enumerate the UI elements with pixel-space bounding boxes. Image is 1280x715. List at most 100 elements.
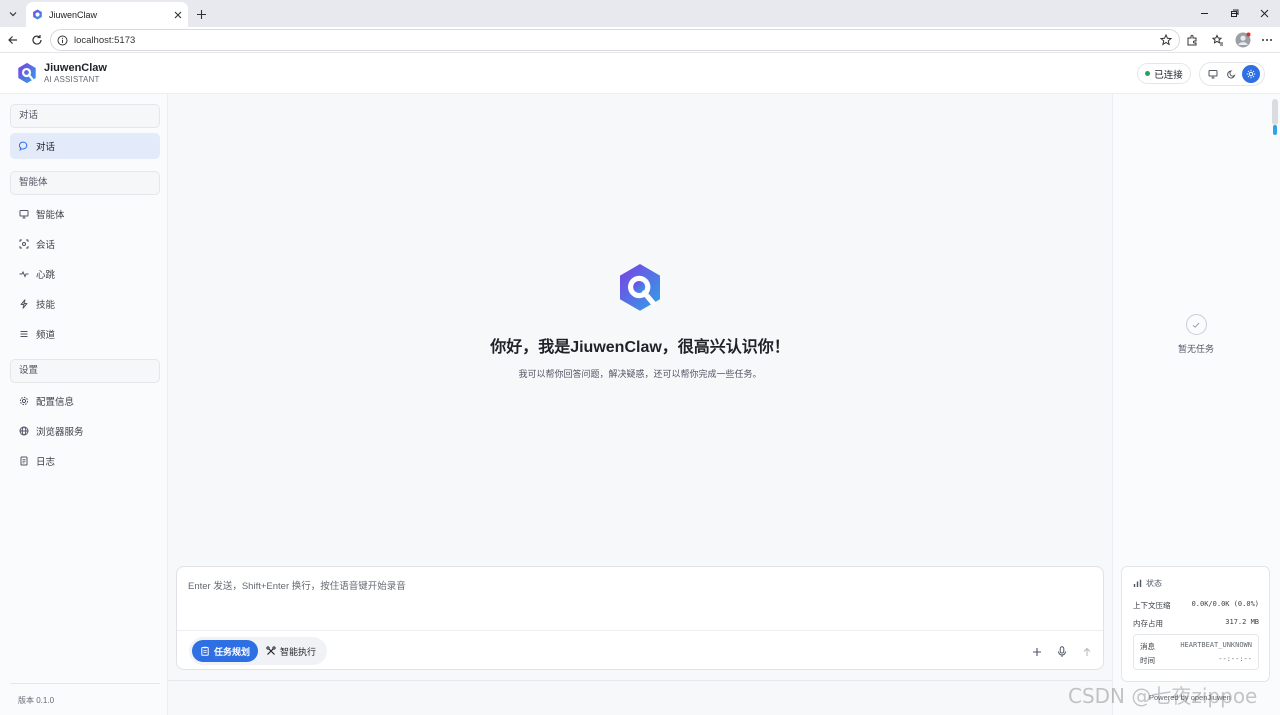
app-logo-icon bbox=[16, 62, 38, 84]
sidebar-item-chat[interactable]: 对话 bbox=[10, 133, 160, 159]
scrollbar-thumb[interactable] bbox=[1273, 125, 1277, 135]
message-box: 消息 HEARTBEAT_UNKNOWN 时间 --:--:-- bbox=[1133, 634, 1259, 670]
sidebar-item-heartbeat[interactable]: 心跳 bbox=[10, 261, 160, 287]
app-header: JiuwenClaw AI ASSISTANT 已连接 bbox=[0, 53, 1280, 94]
reload-icon[interactable] bbox=[28, 31, 46, 49]
attach-plus-icon[interactable] bbox=[1030, 645, 1044, 659]
clipboard-icon bbox=[200, 646, 210, 656]
smart-execute-mode-button[interactable]: 智能执行 bbox=[258, 640, 324, 662]
brand-name: JiuwenClaw bbox=[44, 62, 107, 74]
memory-label: 内存占用 bbox=[1133, 619, 1163, 628]
welcome-subtitle: 我可以帮你回答问题，解决疑惑，还可以帮你完成一些任务。 bbox=[518, 369, 762, 379]
globe-icon bbox=[18, 425, 30, 437]
time-value: --:--:-- bbox=[1218, 655, 1252, 663]
welcome-title: 你好，我是JiuwenClaw，很高兴认识你！ bbox=[490, 339, 790, 356]
status-card: 状态 上下文压缩 0.0K/0.0K (0.0%) 内存占用 317.2 MB … bbox=[1121, 566, 1270, 682]
lightning-icon bbox=[18, 298, 30, 310]
sidebar-item-sessions[interactable]: 会话 bbox=[10, 231, 160, 257]
back-arrow-icon[interactable] bbox=[4, 31, 22, 49]
document-icon bbox=[18, 455, 30, 467]
connection-status-badge: 已连接 bbox=[1137, 63, 1191, 84]
sidebar-item-label: 智能体 bbox=[36, 210, 65, 221]
extensions-icon[interactable] bbox=[1183, 31, 1201, 49]
connection-status-text: 已连接 bbox=[1154, 69, 1183, 81]
sidebar-item-config[interactable]: 配置信息 bbox=[10, 388, 160, 414]
microphone-icon[interactable] bbox=[1055, 645, 1069, 659]
system-theme-monitor-icon[interactable] bbox=[1204, 65, 1222, 83]
dark-theme-moon-icon[interactable] bbox=[1223, 65, 1241, 83]
scrollbar-track[interactable] bbox=[1272, 99, 1278, 125]
chat-bubble-icon bbox=[18, 140, 30, 152]
profile-avatar-icon[interactable] bbox=[1234, 31, 1252, 49]
tab-list-dropdown-icon[interactable] bbox=[4, 5, 22, 23]
sidebar-item-logs[interactable]: 日志 bbox=[10, 448, 160, 474]
tab-favicon-icon bbox=[32, 9, 43, 20]
sidebar-item-label: 对话 bbox=[36, 142, 56, 153]
task-panel: 暂无任务 状态 上下文压缩 0.0K/0.0K (0.0%) 内存占用 317.… bbox=[1112, 94, 1280, 715]
section-header-agent[interactable]: 智能体 bbox=[10, 171, 160, 195]
new-tab-button[interactable] bbox=[192, 5, 210, 23]
minimize-button[interactable] bbox=[1189, 0, 1219, 27]
bookmark-star-icon[interactable] bbox=[1160, 34, 1172, 46]
sidebar-item-skills[interactable]: 技能 bbox=[10, 291, 160, 317]
brand-subtitle: AI ASSISTANT bbox=[44, 75, 100, 84]
heartbeat-pulse-icon bbox=[18, 268, 30, 280]
browser-tab[interactable]: JiuwenClaw bbox=[26, 2, 188, 27]
empty-tasks-text: 暂无任务 bbox=[1177, 344, 1214, 354]
status-title: 状态 bbox=[1146, 579, 1162, 588]
message-composer: Enter 发送，Shift+Enter 换行，按住语音键开始录音 任务规划 智… bbox=[176, 566, 1104, 670]
url-text: localhost:5173 bbox=[74, 34, 136, 46]
sidebar-item-agent[interactable]: 智能体 bbox=[10, 201, 160, 227]
welcome-block: 你好，我是JiuwenClaw，很高兴认识你！ 我可以帮你回答问题，解决疑惑，还… bbox=[168, 262, 1112, 380]
gear-icon bbox=[18, 395, 30, 407]
session-scan-icon bbox=[18, 238, 30, 250]
section-header-chat[interactable]: 对话 bbox=[10, 104, 160, 128]
memory-row: 内存占用 317.2 MB bbox=[1133, 618, 1259, 629]
memory-value: 317.2 MB bbox=[1225, 618, 1259, 626]
more-menu-icon[interactable] bbox=[1258, 31, 1276, 49]
version-label: 版本 0.1.0 bbox=[10, 683, 160, 706]
mode-toggle: 任务规划 智能执行 bbox=[189, 637, 327, 665]
main-footer-divider bbox=[168, 680, 1112, 681]
sidebar: 对话 对话 智能体 智能体 会话 心跳 技能 频道 设置 配置信息 浏览器服务 … bbox=[0, 94, 168, 715]
bar-chart-icon bbox=[1133, 579, 1142, 588]
chat-main: 你好，我是JiuwenClaw，很高兴认识你！ 我可以帮你回答问题，解决疑惑，还… bbox=[168, 94, 1112, 715]
url-field[interactable]: localhost:5173 bbox=[50, 29, 1180, 51]
sidebar-item-label: 频道 bbox=[36, 330, 56, 341]
close-window-icon[interactable] bbox=[1249, 0, 1279, 27]
browser-tab-bar: JiuwenClaw bbox=[0, 0, 1280, 27]
composer-divider bbox=[177, 630, 1103, 631]
task-planning-mode-button[interactable]: 任务规划 bbox=[192, 640, 258, 662]
status-dot-icon bbox=[1145, 71, 1151, 76]
brand: JiuwenClaw AI ASSISTANT bbox=[44, 63, 107, 84]
time-row: 时间 --:--:-- bbox=[1140, 655, 1252, 666]
restore-icon[interactable] bbox=[1219, 0, 1249, 27]
address-bar-row: localhost:5173 bbox=[0, 27, 1280, 53]
tab-close-icon[interactable] bbox=[174, 11, 182, 19]
favorites-icon[interactable] bbox=[1209, 31, 1227, 49]
send-arrow-icon[interactable] bbox=[1080, 645, 1094, 659]
message-label: 消息 bbox=[1140, 642, 1155, 651]
time-label: 时间 bbox=[1140, 656, 1155, 665]
message-value: HEARTBEAT_UNKNOWN bbox=[1180, 641, 1252, 649]
theme-switcher bbox=[1199, 62, 1265, 86]
sidebar-item-label: 配置信息 bbox=[36, 397, 75, 408]
sidebar-item-label: 会话 bbox=[36, 240, 56, 251]
message-input[interactable]: Enter 发送，Shift+Enter 换行，按住语音键开始录音 bbox=[188, 578, 406, 592]
sidebar-item-label: 技能 bbox=[36, 300, 56, 311]
sidebar-item-browser-service[interactable]: 浏览器服务 bbox=[10, 418, 160, 444]
menu-lines-icon bbox=[18, 328, 30, 340]
watermark-text: CSDN @七夜zippoe bbox=[1068, 684, 1258, 708]
section-header-settings[interactable]: 设置 bbox=[10, 359, 160, 383]
context-label: 上下文压缩 bbox=[1133, 601, 1171, 610]
monitor-icon bbox=[18, 208, 30, 220]
light-theme-sun-icon[interactable] bbox=[1242, 65, 1261, 83]
site-info-icon[interactable] bbox=[57, 35, 68, 46]
tools-icon bbox=[266, 646, 276, 656]
sidebar-item-channels[interactable]: 频道 bbox=[10, 321, 160, 347]
message-row: 消息 HEARTBEAT_UNKNOWN bbox=[1140, 641, 1252, 652]
sidebar-item-label: 心跳 bbox=[36, 270, 56, 281]
context-row: 上下文压缩 0.0K/0.0K (0.0%) bbox=[1133, 600, 1259, 611]
tab-title: JiuwenClaw bbox=[49, 9, 98, 20]
context-value: 0.0K/0.0K (0.0%) bbox=[1191, 600, 1259, 608]
